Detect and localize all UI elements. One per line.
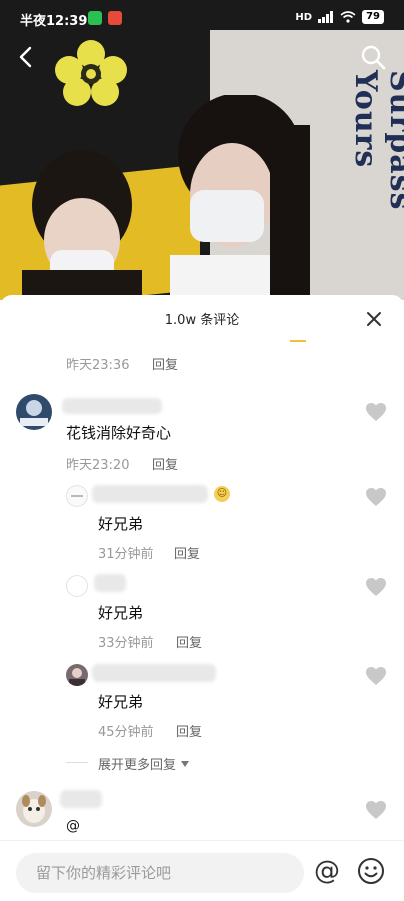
wifi-icon <box>340 11 356 23</box>
username-blurred[interactable] <box>92 485 208 503</box>
chevron-down-icon <box>181 760 190 767</box>
accent-dash <box>290 340 306 342</box>
comment-text: 花钱消除好奇心 <box>66 424 172 442</box>
reply-text: 好兄弟 <box>98 604 144 622</box>
reply-text: 好兄弟 <box>98 515 144 533</box>
heart-icon[interactable] <box>365 402 387 422</box>
reply-time: 31分钟前 <box>98 547 154 562</box>
flower-decoration <box>55 40 127 106</box>
status-time: 半夜12:39 <box>20 14 88 29</box>
comment-sheet: 1.0w 条评论 昨天23:36 回复 花钱消除好奇心 昨天23:20 回复 ☺… <box>0 295 404 900</box>
wechat-icon <box>88 11 102 25</box>
avatar[interactable] <box>16 791 52 827</box>
comment-input-container[interactable] <box>16 853 304 893</box>
comment-time: 昨天23:36 <box>66 358 130 373</box>
avatar[interactable] <box>66 485 88 507</box>
back-icon[interactable] <box>16 45 36 69</box>
signal-icon <box>318 11 334 23</box>
battery-indicator: 79 <box>362 10 384 24</box>
reply-link[interactable]: 回复 <box>176 721 202 740</box>
network-label: HD <box>295 11 313 23</box>
video-background-text: Surpass Yours <box>348 70 404 211</box>
reply-time: 33分钟前 <box>98 636 154 651</box>
username-blurred[interactable] <box>60 790 102 808</box>
reply-link[interactable]: 回复 <box>152 354 178 373</box>
comment-count-title: 1.0w 条评论 <box>164 313 240 328</box>
status-right: HD 79 <box>295 10 384 24</box>
video-background[interactable]: Surpass Yours <box>0 0 404 300</box>
search-icon[interactable] <box>360 44 386 70</box>
person-left <box>22 150 142 300</box>
username-blurred[interactable] <box>92 664 216 682</box>
close-icon[interactable] <box>366 311 382 327</box>
at-icon[interactable]: @ <box>312 856 342 886</box>
reply-text: 好兄弟 <box>98 693 144 711</box>
avatar[interactable] <box>16 394 52 430</box>
comment-input-bar: @ <box>0 840 404 901</box>
reply-link[interactable]: 回复 <box>152 454 178 473</box>
avatar[interactable] <box>66 575 88 597</box>
comment-time: 昨天23:20 <box>66 458 130 473</box>
avatar[interactable] <box>66 664 88 686</box>
reply-link[interactable]: 回复 <box>174 543 200 562</box>
heart-icon[interactable] <box>365 487 387 507</box>
status-bar: 半夜12:39 HD 79 <box>0 0 404 36</box>
emoji-icon[interactable] <box>357 857 385 885</box>
heart-icon[interactable] <box>365 666 387 686</box>
username-blurred[interactable] <box>62 398 162 414</box>
reply-link[interactable]: 回复 <box>176 632 202 651</box>
comment-text: @ <box>66 818 80 834</box>
heart-icon[interactable] <box>365 577 387 597</box>
expand-more-button[interactable]: 展开更多回复 <box>98 754 190 773</box>
emoji-badge-icon: ☺ <box>214 486 230 502</box>
heart-icon[interactable] <box>365 800 387 820</box>
app-notification-icon <box>108 11 122 25</box>
reply-time: 45分钟前 <box>98 725 154 740</box>
person-right <box>170 95 310 300</box>
expand-more-label: 展开更多回复 <box>98 758 177 773</box>
comment-input[interactable] <box>16 853 296 893</box>
expand-divider <box>66 762 88 763</box>
username-blurred[interactable] <box>94 574 126 592</box>
